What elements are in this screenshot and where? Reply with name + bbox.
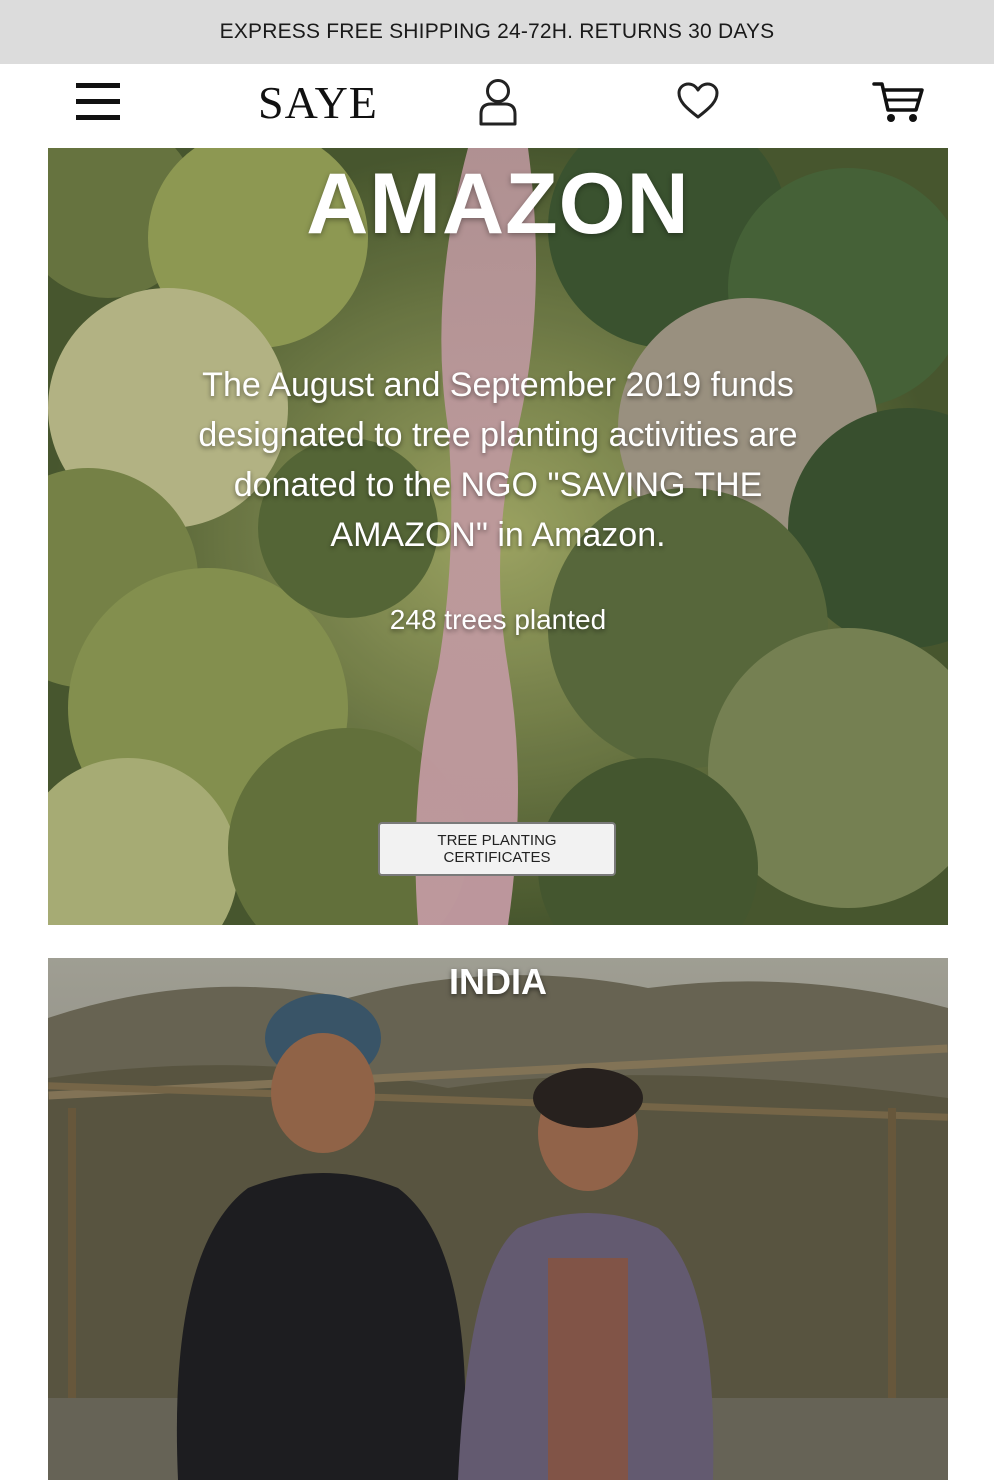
site-logo[interactable]: SAYE (258, 78, 378, 128)
amazon-description: The August and September 2019 funds desi… (198, 366, 798, 554)
menu-icon[interactable] (76, 82, 120, 122)
heart-icon[interactable] (677, 82, 719, 120)
announcement-text: EXPRESS FREE SHIPPING 24-72H. RETURNS 30… (219, 20, 775, 43)
amazon-overlay: AMAZON The August and September 2019 fun… (48, 148, 948, 925)
india-overlay: INDIA (48, 958, 948, 1480)
india-section: INDIA (48, 958, 948, 1480)
cart-icon[interactable] (872, 80, 924, 124)
announcement-bar: EXPRESS FREE SHIPPING 24-72H. RETURNS 30… (0, 0, 994, 64)
user-icon[interactable] (478, 78, 518, 126)
india-title: INDIA (449, 961, 547, 1002)
tree-planting-certificates-button[interactable]: TREE PLANTING CERTIFICATES (378, 822, 616, 876)
trees-planted-count: 248 trees planted (389, 604, 607, 635)
site-header: SAYE (0, 64, 994, 148)
amazon-section: AMAZON The August and September 2019 fun… (48, 148, 948, 925)
amazon-title: AMAZON (306, 156, 690, 252)
